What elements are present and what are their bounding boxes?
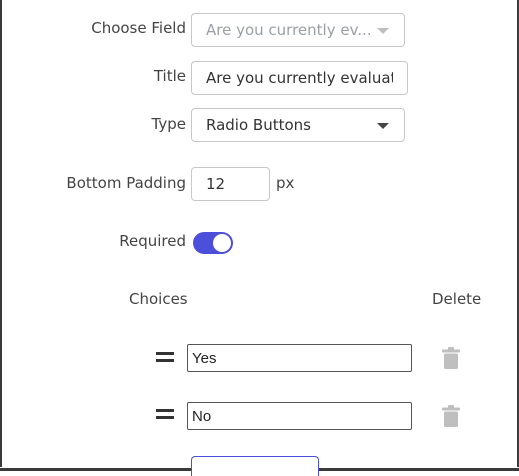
trash-icon[interactable] — [442, 405, 460, 427]
chevron-down-icon — [377, 28, 389, 34]
add-choice-button[interactable] — [191, 456, 319, 476]
drag-handle-icon[interactable] — [156, 352, 174, 362]
title-input[interactable] — [191, 61, 408, 95]
drag-handle-icon[interactable] — [156, 409, 174, 419]
toggle-knob — [213, 234, 231, 252]
delete-header: Delete — [432, 290, 482, 308]
required-toggle[interactable] — [193, 232, 233, 254]
bottom-padding-input[interactable] — [191, 167, 270, 201]
chevron-down-icon — [377, 123, 389, 129]
type-label: Type — [151, 115, 186, 133]
choose-field-label: Choose Field — [91, 19, 186, 37]
type-value: Radio Buttons — [206, 116, 311, 134]
bottom-padding-label: Bottom Padding — [66, 174, 186, 192]
choose-field-value: Are you currently ev... — [206, 21, 372, 39]
choice-input-2[interactable] — [187, 402, 412, 430]
choices-header: Choices — [129, 290, 188, 308]
title-label: Title — [153, 67, 186, 85]
type-select[interactable]: Radio Buttons — [191, 108, 405, 142]
bottom-padding-unit: px — [276, 174, 295, 192]
required-label: Required — [119, 232, 186, 250]
trash-icon[interactable] — [442, 347, 460, 369]
choose-field-select[interactable]: Are you currently ev... — [191, 13, 405, 47]
choice-input-1[interactable] — [187, 344, 412, 372]
